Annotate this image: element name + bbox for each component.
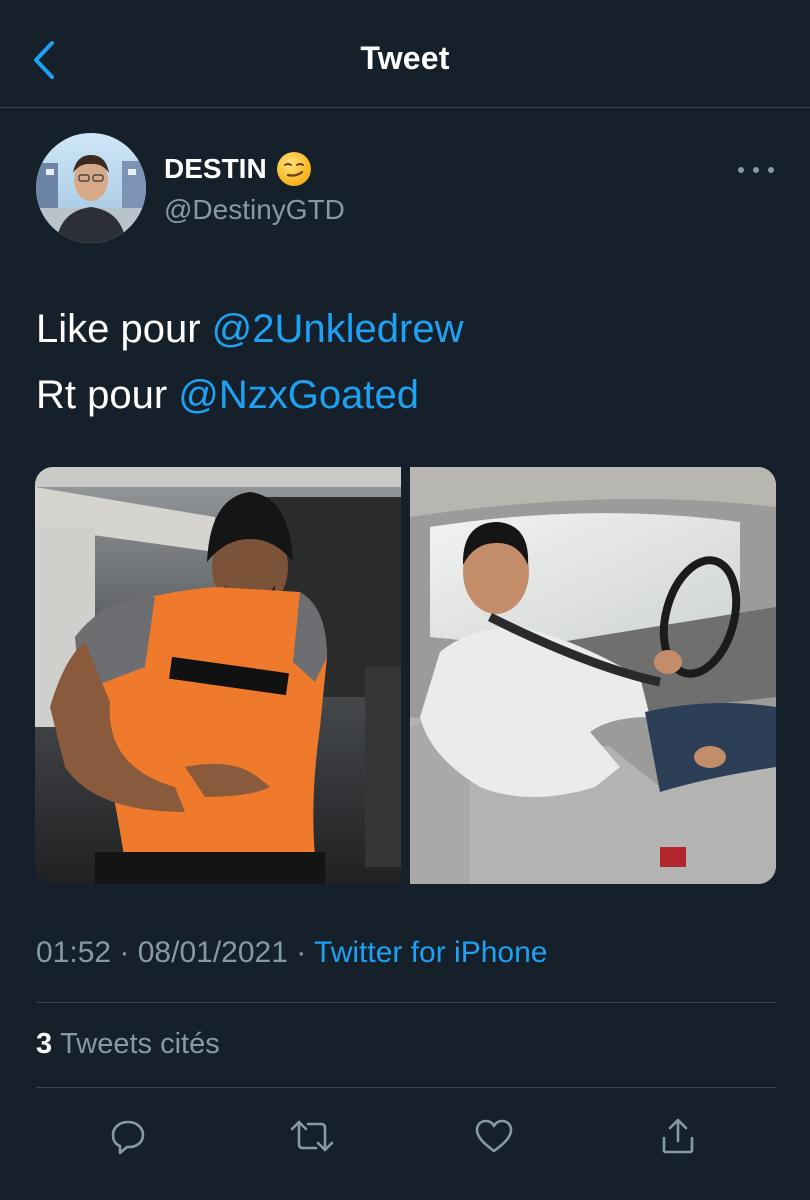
quote-label: Tweets cités <box>60 1028 220 1060</box>
top-bar: Tweet <box>0 0 810 108</box>
retweet-button[interactable] <box>284 1108 340 1164</box>
page-title: Tweet <box>360 40 450 76</box>
divider <box>36 1087 776 1088</box>
display-name[interactable]: DESTIN <box>164 152 311 186</box>
quote-count: 3 <box>36 1028 53 1060</box>
mention-link[interactable]: @2Unkledrew <box>212 307 464 351</box>
retweet-icon <box>290 1120 334 1152</box>
smirking-face-emoji <box>276 152 311 186</box>
quote-tweets-link[interactable]: 3 Tweets cités <box>36 1028 220 1061</box>
like-button[interactable] <box>466 1108 522 1164</box>
divider <box>36 1002 776 1003</box>
tweet-line-2: Rt pour @NzxGoated <box>36 362 464 428</box>
share-icon <box>662 1118 694 1154</box>
tweet-time: 01:52 <box>36 936 112 969</box>
more-options-button[interactable] <box>738 158 774 182</box>
share-button[interactable] <box>650 1108 706 1164</box>
photo-young-man-in-car[interactable] <box>410 467 776 884</box>
meta-separator: · <box>287 936 315 969</box>
tweet-text-segment: Like pour <box>36 307 212 351</box>
meta-separator: · <box>111 936 138 969</box>
tweet-date: 08/01/2021 <box>137 936 288 969</box>
like-icon <box>475 1119 513 1153</box>
tweet-line-1: Like pour @2Unkledrew <box>36 296 464 362</box>
action-bar <box>0 1108 810 1164</box>
tweet-source-link[interactable]: Twitter for iPhone <box>314 936 547 969</box>
tweet-text: Like pour @2Unkledrew Rt pour @NzxGoated <box>36 296 464 428</box>
avatar[interactable] <box>36 133 146 243</box>
reply-icon <box>111 1120 145 1155</box>
photo-man-orange-shirt[interactable] <box>35 467 401 884</box>
mention-link[interactable]: @NzxGoated <box>178 373 419 417</box>
more-dot-icon <box>738 167 744 173</box>
more-dot-icon <box>753 167 759 173</box>
tweet-text-segment: Rt pour <box>36 373 179 417</box>
more-dot-icon <box>768 167 774 173</box>
avatar-image <box>36 133 146 243</box>
media-grid <box>35 467 776 884</box>
user-handle[interactable]: @DestinyGTD <box>164 194 345 226</box>
reply-button[interactable] <box>100 1108 156 1164</box>
tweet-meta: 01:52 · 08/01/2021 · Twitter for iPhone <box>36 936 547 970</box>
display-name-text: DESTIN <box>164 153 267 184</box>
